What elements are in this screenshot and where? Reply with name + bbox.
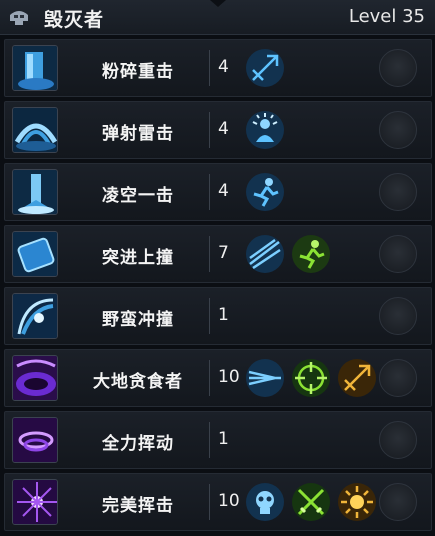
purple-sunburst-icon — [12, 479, 58, 525]
green-swords-icon[interactable] — [291, 482, 331, 522]
divider — [209, 174, 210, 210]
empty-rune-slot[interactable] — [379, 359, 417, 397]
class-title: 毁灭者 — [44, 9, 105, 31]
skill-count: 7 — [218, 243, 229, 263]
skill-row[interactable]: 粉碎重击 4 — [4, 39, 432, 97]
panel-header: 毁灭者 Level 35 — [0, 0, 435, 35]
skill-row[interactable]: 野蛮冲撞 1 — [4, 287, 432, 345]
skill-count: 4 — [218, 181, 229, 201]
divider — [209, 360, 210, 396]
skill-name: 突进上撞 — [102, 248, 174, 268]
header-notch — [210, 0, 226, 7]
gold-crossbow-icon[interactable] — [337, 358, 377, 398]
shockwave-icon — [12, 107, 58, 153]
crossbow-arrow-icon[interactable] — [245, 48, 285, 88]
skill-count: 10 — [218, 367, 240, 387]
leap-strike-icon — [12, 169, 58, 215]
skill-name: 凌空一击 — [102, 186, 174, 206]
skill-name: 完美挥击 — [102, 496, 174, 516]
skill-name: 大地贪食者 — [93, 372, 183, 392]
empty-rune-slot[interactable] — [379, 483, 417, 521]
level-label: Level 35 — [348, 6, 425, 27]
empty-rune-slot[interactable] — [379, 173, 417, 211]
vortex-charge-icon — [12, 293, 58, 339]
empty-rune-slot[interactable] — [379, 421, 417, 459]
running-figure-icon[interactable] — [245, 172, 285, 212]
dash-shield-icon — [12, 231, 58, 277]
speed-streak-icon[interactable] — [245, 358, 285, 398]
skill-row[interactable]: 弹射雷击 4 — [4, 101, 432, 159]
skill-row[interactable]: 突进上撞 7 — [4, 225, 432, 283]
skill-count: 4 — [218, 57, 229, 77]
skill-row[interactable]: 全力挥动 1 — [4, 411, 432, 469]
radiant-figure-icon[interactable] — [245, 110, 285, 150]
green-target-icon[interactable] — [291, 358, 331, 398]
pillar-impact-icon — [12, 45, 58, 91]
purple-crater-icon — [12, 355, 58, 401]
divider — [209, 422, 210, 458]
divider — [209, 50, 210, 86]
skill-row[interactable]: 完美挥击 10 — [4, 473, 432, 531]
purple-swirl-icon — [12, 417, 58, 463]
divider — [209, 298, 210, 334]
divider — [209, 484, 210, 520]
skill-row[interactable]: 凌空一击 4 — [4, 163, 432, 221]
gold-sun-icon[interactable] — [337, 482, 377, 522]
divider — [209, 112, 210, 148]
empty-rune-slot[interactable] — [379, 49, 417, 87]
skill-name: 野蛮冲撞 — [102, 310, 174, 330]
empty-rune-slot[interactable] — [379, 297, 417, 335]
skill-list: 粉碎重击 4 弹射雷击 4 凌空一击 4 突进上撞 7 野蛮冲撞 1 大地贪食者… — [4, 39, 432, 535]
skill-name: 粉碎重击 — [102, 62, 174, 82]
empty-rune-slot[interactable] — [379, 235, 417, 273]
skill-count: 10 — [218, 491, 240, 511]
skill-row[interactable]: 大地贪食者 10 — [4, 349, 432, 407]
ice-shards-icon[interactable] — [245, 234, 285, 274]
green-runner-icon[interactable] — [291, 234, 331, 274]
class-helmet-icon — [10, 11, 28, 25]
empty-rune-slot[interactable] — [379, 111, 417, 149]
skill-count: 4 — [218, 119, 229, 139]
skill-count: 1 — [218, 305, 229, 325]
skill-name: 全力挥动 — [102, 434, 174, 454]
skill-name: 弹射雷击 — [102, 124, 174, 144]
divider — [209, 236, 210, 272]
blue-skull-icon[interactable] — [245, 482, 285, 522]
skill-count: 1 — [218, 429, 229, 449]
